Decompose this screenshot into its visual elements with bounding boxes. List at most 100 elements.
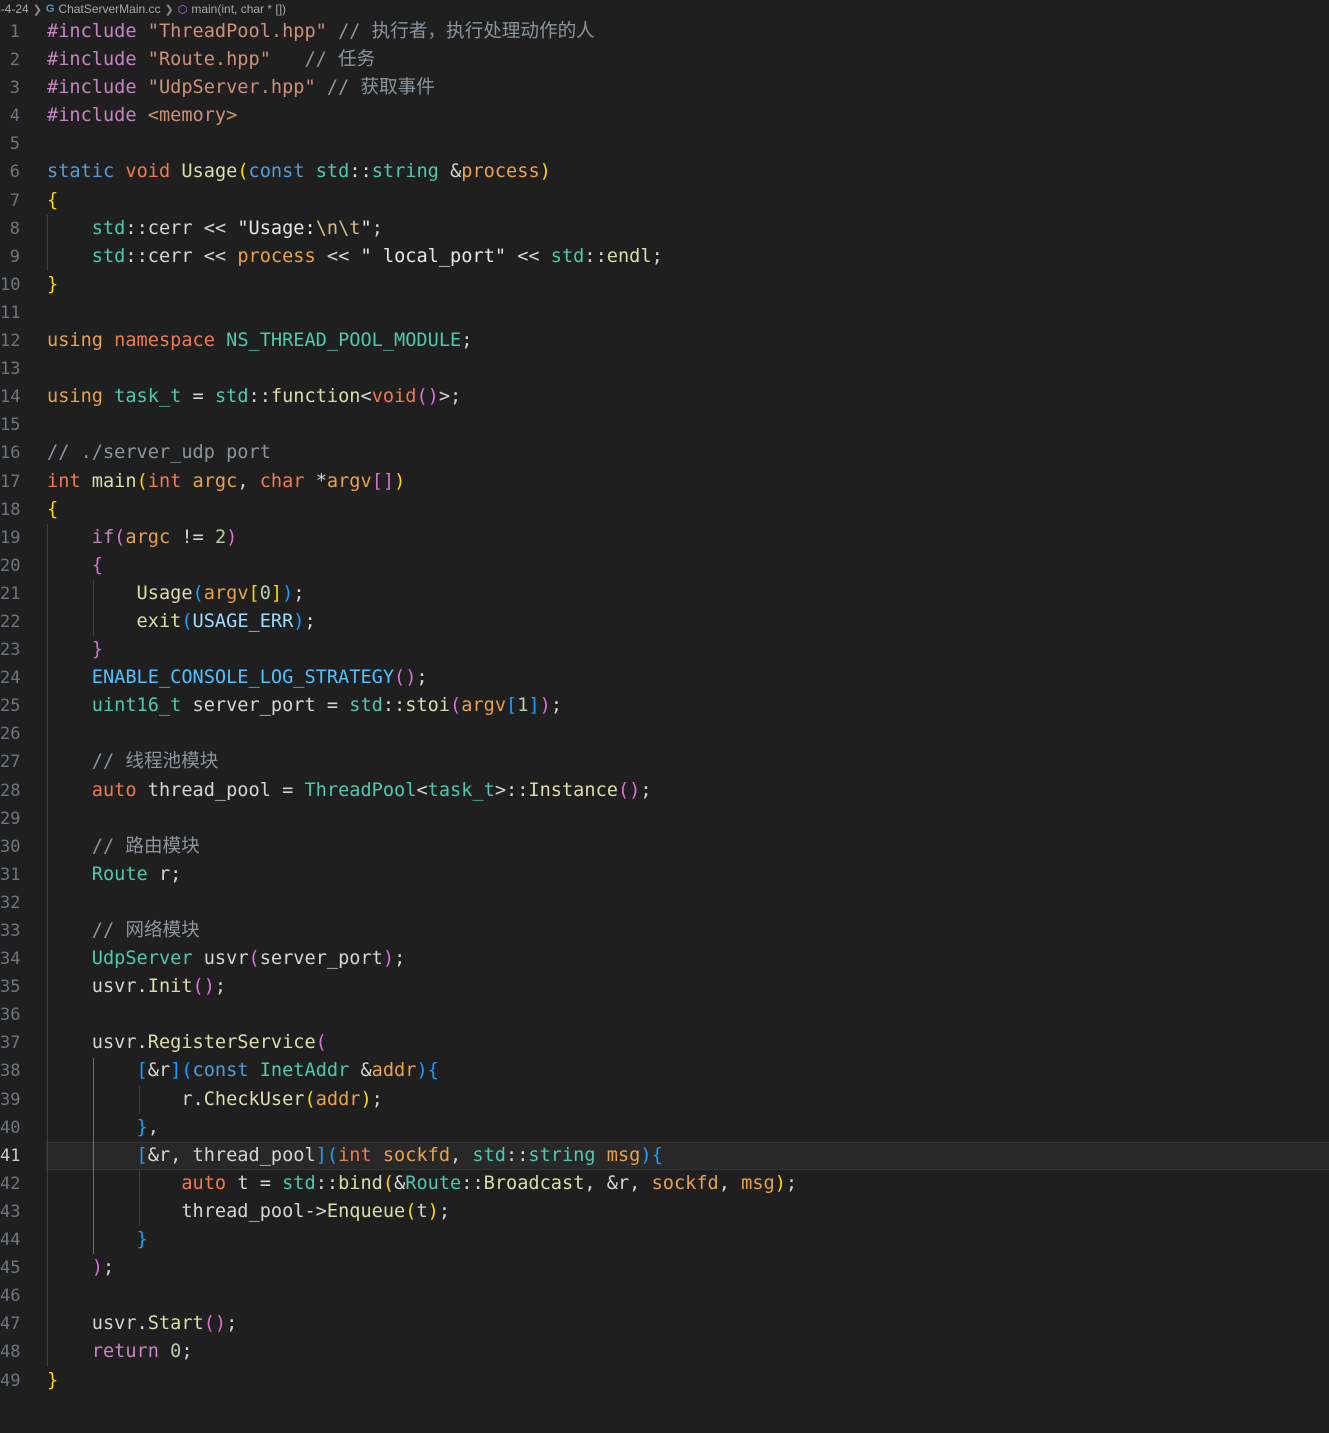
code-line[interactable]: 19 if(argc != 2) [0,524,1329,552]
code-line[interactable]: 43 thread_pool->Enqueue(t); [0,1198,1329,1226]
code-line[interactable]: 34 UdpServer usvr(server_port); [0,945,1329,973]
code-text: } [47,1367,58,1395]
code-line[interactable]: 8 std::cerr << "Usage:\n\t"; [0,215,1329,243]
code-token: ) [47,1257,103,1279]
code-token: :: [349,161,372,183]
code-text: { [47,496,58,524]
code-token: ; [438,1200,451,1222]
code-line[interactable]: 1 #include "ThreadPool.hpp" // 执行者，执行处理动作… [0,18,1329,46]
code-line[interactable]: 24 ENABLE_CONSOLE_LOG_STRATEGY(); [0,664,1329,692]
code-line[interactable]: 25 uint16_t server_port = std::stoi(argv… [0,692,1329,720]
code-token: main [91,470,137,492]
code-line[interactable]: 46 [0,1282,1329,1310]
code-text: #include "Route.hpp" // 任务 [47,46,375,74]
code-line[interactable]: 13 [0,355,1329,383]
code-line[interactable]: 10} [0,271,1329,299]
code-editor[interactable]: 1 #include "ThreadPool.hpp" // 执行者，执行处理动作… [0,18,1329,1395]
code-token: [ [47,1144,148,1166]
code-line[interactable]: 7{ [0,187,1329,215]
code-token: sockfd [382,1144,451,1166]
code-line[interactable]: 41 [&r, thread_pool](int sockfd, std::st… [0,1141,1329,1170]
code-line[interactable]: 16 // ./server_udp port [0,439,1329,467]
code-text: r.CheckUser(addr); [47,1086,383,1114]
code-text: #include "UdpServer.hpp" // 获取事件 [47,74,435,102]
code-token: ) [394,470,406,492]
code-token: return [47,1341,171,1363]
code-line[interactable]: 35 usvr.Init(); [0,973,1329,1001]
code-token: std [47,245,126,267]
code-line[interactable]: 36 [0,1001,1329,1029]
code-line[interactable]: 40 }, [0,1114,1329,1142]
code-line[interactable]: 49} [0,1367,1329,1395]
code-token: ::cerr << [125,217,238,239]
code-line[interactable]: 44 } [0,1226,1329,1254]
code-line[interactable]: 14 using task_t = std::function<void()>; [0,383,1329,411]
code-line[interactable]: 32 [0,889,1329,917]
code-token: ] [528,695,540,717]
code-line[interactable]: 37 usvr.RegisterService( [0,1029,1329,1057]
code-token: 0 [170,1341,182,1363]
code-line[interactable]: 29 [0,805,1329,833]
code-token: 0 [259,582,271,604]
code-line[interactable]: 18 { [0,496,1329,524]
code-line[interactable]: 47 usvr.Start(); [0,1310,1329,1338]
code-line[interactable]: 2 #include "Route.hpp" // 任务 [0,46,1329,74]
breadcrumb-file[interactable]: G ChatServerMain.cc [46,2,161,16]
code-line[interactable]: 9 std::cerr << process << " local_port" … [0,243,1329,271]
code-line[interactable]: 48 return 0; [0,1338,1329,1366]
code-line[interactable]: 11 [0,299,1329,327]
code-token: } [47,1116,148,1138]
code-token: ( [181,1060,193,1082]
code-token: :: [315,1172,339,1194]
code-token: } [47,1369,59,1391]
code-line[interactable]: 28 auto thread_pool = ThreadPool<task_t>… [0,777,1329,805]
breadcrumb-folder[interactable]: 5-4-24 [0,2,29,16]
code-line[interactable]: 12 using namespace NS_THREAD_POOL_MODULE; [0,327,1329,355]
line-number: 32 [0,892,21,913]
code-line[interactable]: 23 } [0,636,1329,664]
code-token: ( [304,1088,316,1110]
code-token: ThreadPool [304,779,417,801]
code-line[interactable]: 3 #include "UdpServer.hpp" // 获取事件 [0,74,1329,102]
line-number: 28 [0,780,21,801]
code-line[interactable]: 21 Usage(argv[0]); [0,580,1329,608]
code-token: , [718,1172,742,1194]
code-token: ; [550,695,563,717]
code-token: std [472,1144,507,1166]
code-line[interactable]: 27 // 线程池模块 [0,748,1329,776]
code-token: // 网络模块 [47,920,200,941]
code-line[interactable]: 20 { [0,552,1329,580]
code-token: addr [371,1060,417,1082]
code-line[interactable]: 45 ); [0,1254,1329,1282]
chevron-right-icon: ❯ [32,3,42,16]
code-token: :: [382,695,406,717]
line-number: 2 [9,50,20,71]
code-line[interactable]: 22 exit(USAGE_ERR); [0,608,1329,636]
code-line[interactable]: 5 [0,130,1329,158]
code-line[interactable]: 31 Route r; [0,861,1329,889]
code-token: addr [315,1088,361,1110]
code-line[interactable]: 38 [&r](const InetAddr &addr){ [0,1057,1329,1085]
code-token: ( [192,582,204,604]
code-token: ; [394,948,406,970]
code-line[interactable]: 6 static void Usage(const std::string &pr… [0,158,1329,186]
code-line[interactable]: 30 // 路由模块 [0,833,1329,861]
breadcrumb-symbol-label: main(int, char * []) [191,2,287,16]
code-token: ENABLE_CONSOLE_LOG_STRATEGY [47,667,395,689]
code-text: #include <memory> [47,102,237,130]
breadcrumb-symbol[interactable]: ⬡ main(int, char * []) [178,2,286,16]
code-line[interactable]: 33 // 网络模块 [0,917,1329,945]
code-text: #include "ThreadPool.hpp" // 执行者，执行处理动作的… [47,18,595,46]
code-token: ) [293,610,305,632]
code-token: r; [158,863,182,885]
code-line[interactable]: 4 #include <memory> [0,102,1329,130]
line-number: 10 [0,274,21,295]
code-line[interactable]: 15 [0,411,1329,439]
code-line[interactable]: 39 r.CheckUser(addr); [0,1086,1329,1114]
code-line[interactable]: 26 [0,720,1329,748]
code-line[interactable]: 17 int main(int argc, char *argv[]) [0,468,1329,496]
line-number: 46 [0,1286,21,1307]
code-token: ; [226,1313,238,1335]
code-line[interactable]: 42 auto t = std::bind(&Route::Broadcast,… [0,1170,1329,1198]
line-number: 7 [9,190,20,211]
